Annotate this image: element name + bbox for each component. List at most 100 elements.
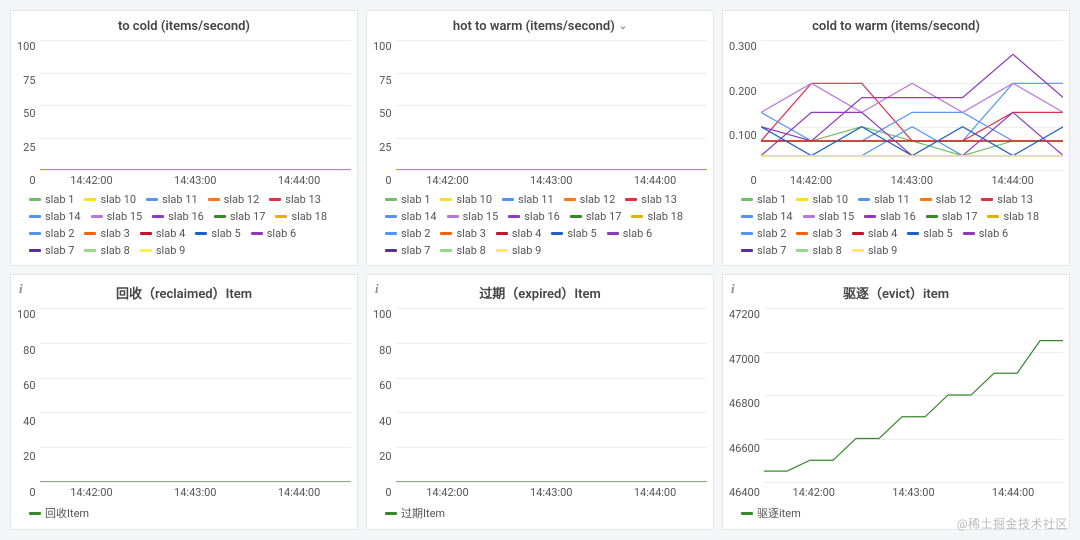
y-tick-label: 0.200 (729, 85, 757, 98)
legend-item[interactable]: slab 10 (84, 193, 136, 206)
legend-item[interactable]: slab 1 (385, 193, 430, 206)
legend-item[interactable]: slab 15 (447, 210, 499, 223)
y-tick-label: 46600 (729, 442, 760, 455)
legend-item[interactable]: slab 8 (796, 244, 841, 257)
y-tick-label: 20 (379, 450, 391, 463)
x-tick-label: 14:42:00 (70, 174, 112, 187)
y-tick-label: 75 (23, 74, 35, 87)
chart-panel-cold-to-warm[interactable]: cold to warm (items/second)0.3000.2000.1… (722, 10, 1070, 266)
legend-item[interactable]: slab 11 (502, 193, 554, 206)
y-tick-label: 80 (23, 344, 35, 357)
chart-panel-reclaimed[interactable]: i回收（reclaimed）Item10080604020014:42:0014… (10, 274, 358, 530)
y-tick-label: 75 (379, 74, 391, 87)
legend-item[interactable]: slab 6 (607, 227, 652, 240)
legend-item[interactable]: slab 7 (385, 244, 430, 257)
legend-item[interactable]: slab 11 (858, 193, 910, 206)
y-axis: 1007550250 (17, 40, 40, 187)
legend-item[interactable]: slab 8 (440, 244, 485, 257)
legend-item[interactable]: slab 4 (852, 227, 897, 240)
panel-title[interactable]: to cold (items/second) (17, 15, 351, 40)
legend-item[interactable]: slab 15 (91, 210, 143, 223)
panel-title[interactable]: 回收（reclaimed）Item (17, 279, 351, 308)
legend-item[interactable]: slab 11 (146, 193, 198, 206)
plot-area[interactable] (396, 308, 707, 483)
plot-area[interactable] (40, 308, 351, 483)
y-tick-label: 100 (17, 308, 36, 321)
legend-item[interactable]: slab 15 (803, 210, 855, 223)
legend-item[interactable]: slab 12 (564, 193, 616, 206)
legend-item[interactable]: slab 13 (269, 193, 321, 206)
legend-item[interactable]: slab 18 (275, 210, 327, 223)
plot-area[interactable] (396, 40, 707, 171)
plot-area[interactable] (764, 308, 1063, 483)
legend-item[interactable]: slab 10 (796, 193, 848, 206)
legend-item[interactable]: slab 18 (631, 210, 683, 223)
chevron-down-icon[interactable]: ⌄ (619, 21, 627, 32)
legend-item[interactable]: slab 6 (251, 227, 296, 240)
x-axis: 14:42:0014:43:0014:44:00 (396, 171, 707, 187)
legend-item[interactable]: slab 14 (385, 210, 437, 223)
legend-item[interactable]: slab 16 (864, 210, 916, 223)
legend-item[interactable]: slab 17 (214, 210, 266, 223)
x-tick-label: 14:43:00 (174, 174, 216, 187)
legend-item[interactable]: slab 3 (84, 227, 129, 240)
legend-item[interactable]: slab 9 (852, 244, 897, 257)
legend-item[interactable]: slab 2 (385, 227, 430, 240)
info-icon[interactable]: i (731, 281, 735, 297)
chart-panel-hot-to-warm[interactable]: hot to warm (items/second)⌄100755025014:… (366, 10, 714, 266)
legend-item[interactable]: slab 10 (440, 193, 492, 206)
panel-title[interactable]: hot to warm (items/second)⌄ (373, 15, 707, 40)
chart-panel-to-cold[interactable]: to cold (items/second)1007550250 14:42:00… (10, 10, 358, 266)
legend-item[interactable]: slab 12 (208, 193, 260, 206)
legend-item[interactable]: slab 1 (29, 193, 74, 206)
legend-item[interactable]: slab 16 (152, 210, 204, 223)
legend-label: slab 4 (156, 227, 185, 240)
legend-item[interactable]: slab 4 (496, 227, 541, 240)
legend-item[interactable]: slab 17 (570, 210, 622, 223)
legend-item[interactable]: slab 6 (963, 227, 1008, 240)
plot-area[interactable] (40, 40, 351, 171)
y-tick-label: 60 (379, 379, 391, 392)
legend-swatch (146, 198, 158, 201)
y-tick-label: 40 (23, 415, 35, 428)
legend-item[interactable]: slab 13 (981, 193, 1033, 206)
legend-item[interactable]: slab 5 (551, 227, 596, 240)
legend-item[interactable]: 驱逐item (741, 505, 801, 521)
legend-item[interactable]: slab 1 (741, 193, 786, 206)
legend-label: slab 6 (267, 227, 296, 240)
legend-item[interactable]: slab 2 (741, 227, 786, 240)
legend-item[interactable]: slab 8 (84, 244, 129, 257)
y-tick-label: 25 (379, 141, 391, 154)
chart-panel-evict[interactable]: i驱逐（evict）item47200470004680046600464001… (722, 274, 1070, 530)
legend-item[interactable]: slab 4 (140, 227, 185, 240)
legend-item[interactable]: slab 7 (29, 244, 74, 257)
panel-title[interactable]: 驱逐（evict）item (729, 279, 1063, 308)
info-icon[interactable]: i (375, 281, 379, 297)
legend-item[interactable]: 回收Item (29, 505, 89, 521)
legend-item[interactable]: 过期Item (385, 505, 445, 521)
legend-item[interactable]: slab 16 (508, 210, 560, 223)
legend-item[interactable]: slab 3 (440, 227, 485, 240)
legend-item[interactable]: slab 5 (907, 227, 952, 240)
legend-label: slab 17 (586, 210, 622, 223)
legend-item[interactable]: slab 5 (195, 227, 240, 240)
legend-item[interactable]: slab 9 (496, 244, 541, 257)
legend-item[interactable]: slab 18 (987, 210, 1039, 223)
legend-item[interactable]: slab 13 (625, 193, 677, 206)
legend-item[interactable]: slab 12 (920, 193, 972, 206)
legend-swatch (926, 215, 938, 218)
panel-title[interactable]: cold to warm (items/second) (729, 15, 1063, 40)
info-icon[interactable]: i (19, 281, 23, 297)
legend-item[interactable]: slab 9 (140, 244, 185, 257)
legend-item[interactable]: slab 14 (29, 210, 81, 223)
y-tick-label: 46800 (729, 397, 760, 410)
legend-item[interactable]: slab 7 (741, 244, 786, 257)
plot-area[interactable] (761, 40, 1063, 171)
legend-item[interactable]: slab 2 (29, 227, 74, 240)
chart-panel-expired[interactable]: i过期（expired）Item10080604020014:42:0014:4… (366, 274, 714, 530)
legend-item[interactable]: slab 3 (796, 227, 841, 240)
panel-title[interactable]: 过期（expired）Item (373, 279, 707, 308)
legend-item[interactable]: slab 14 (741, 210, 793, 223)
y-axis: 1007550250 (373, 40, 396, 187)
legend-item[interactable]: slab 17 (926, 210, 978, 223)
